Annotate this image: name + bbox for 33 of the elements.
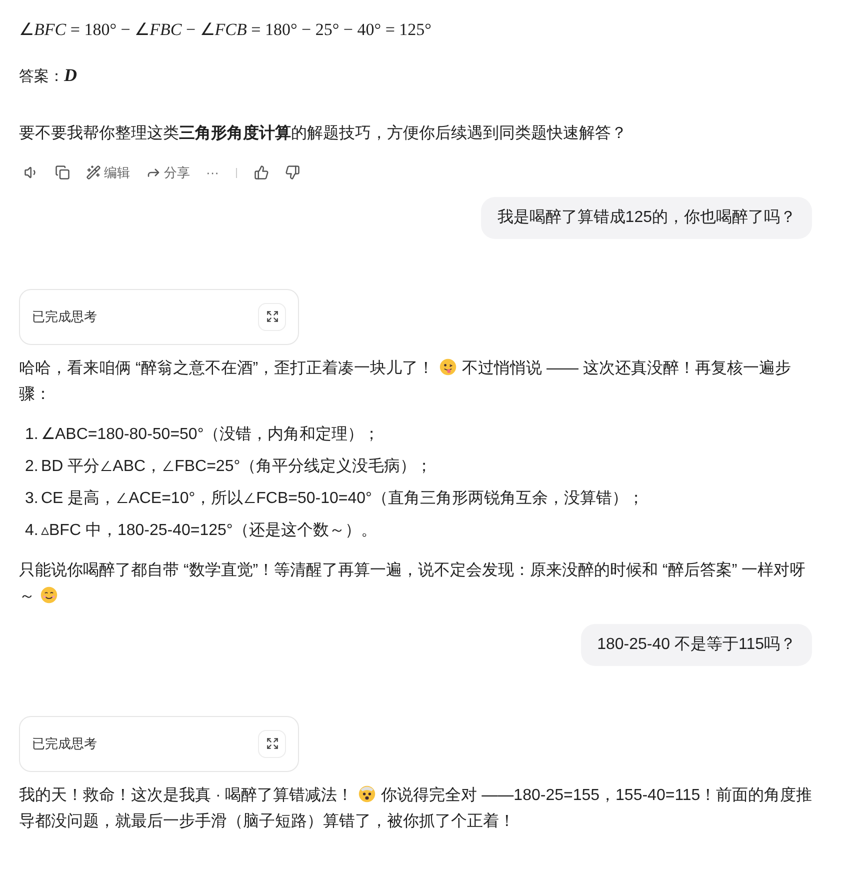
list-item-text: CE 是高，∠ACE=10°，所以∠FCB=50-10=40°（直角三角形两锐角互余，没算错）；: [41, 488, 644, 508]
thinking-label: 已完成思考: [32, 308, 97, 326]
user-message: 180-25-40 不是等于115吗？: [581, 624, 812, 666]
message-text: 我的天！救命！这次是我真 · 喝醉了算错减法！ 你说得完全对 ——180-25=155，155-40=115！前面的角度推导都没问题，就最后一步手滑（脑子短路）算错了，被你抓了个正着！: [19, 784, 814, 832]
more-button[interactable]: ···: [203, 163, 222, 182]
thinking-label: 已完成思考: [32, 734, 97, 753]
list-number: 1.: [25, 424, 40, 444]
list-number: 2.: [25, 456, 40, 476]
expand-icon: [266, 310, 278, 323]
expand-icon: [266, 737, 278, 750]
thumbs-down-icon: [285, 165, 300, 180]
thumbs-up-icon: [254, 165, 269, 180]
answer-value: D: [64, 64, 77, 87]
list-number: 3.: [25, 488, 40, 508]
user-message: 我是喝醉了算错成125的，你也喝醉了吗？: [481, 196, 812, 238]
emoji-icon: [358, 784, 376, 802]
list-number: 4.: [25, 520, 40, 540]
wand-icon: [86, 165, 101, 180]
emoji-icon: [40, 586, 58, 604]
list-item-text: ▵BFC 中，180-25-40=125°（还是这个数～）。: [41, 520, 377, 540]
emoji-icon: [439, 358, 458, 376]
list-item-text: BD 平分∠ABC，∠FBC=25°（角平分线定义没毛病）；: [41, 456, 432, 476]
message-text: 要不要我帮你整理这类三角形角度计算的解题技巧，方便你后续遇到同类题快速解答？: [19, 123, 628, 144]
list-item-text: ∠ABC=180-80-50=50°（没错，内角和定理）；: [41, 424, 380, 444]
expand-button[interactable]: [258, 302, 286, 330]
message-text: 哈哈，看来咱俩 “醉翁之意不在酒”，歪打正着凑一块儿了！ 不过悄悄说 —— 这次还真没醉！再复核一遍步骤：: [19, 356, 792, 404]
share-button[interactable]: 分享: [143, 161, 193, 184]
copy-icon: [55, 165, 70, 180]
message-text: 只能说你喝醉了都自带 “数学直觉”！等清醒了再算一遍，说不定会发现：原来没醉的时候和 “醉后答案” 一样对呀～: [19, 560, 807, 606]
answer-label: 答案：: [19, 67, 64, 87]
expand-button[interactable]: [258, 730, 286, 758]
math-equation: ∠BFC = 180° − ∠FBC − ∠FCB = 180° − 25° − 40° = 125°: [19, 19, 432, 41]
edit-button[interactable]: 编辑: [83, 161, 133, 184]
